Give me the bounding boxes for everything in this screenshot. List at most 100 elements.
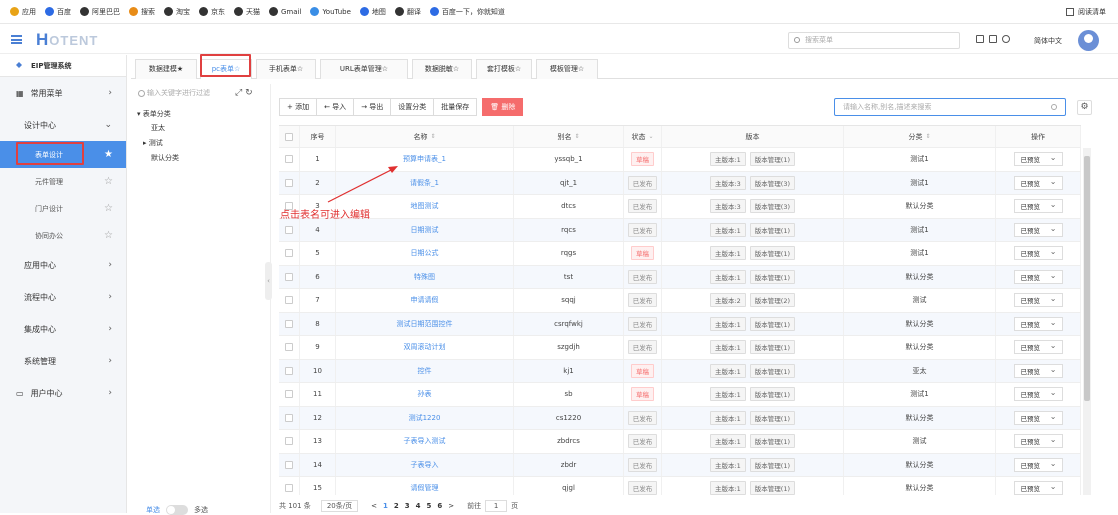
table-row[interactable]: 6 特殊图 tst 已发布 主版本:1 版本管理(1) 默认分类 已预览 xyxy=(279,265,1081,289)
version-manage-button[interactable]: 版本管理(1) xyxy=(749,316,796,331)
sidebar-user-center[interactable]: ▭ 用户中心 › xyxy=(0,377,126,409)
action-dropdown[interactable]: 已预览 xyxy=(1013,293,1063,308)
action-dropdown[interactable]: 已预览 xyxy=(1013,363,1063,378)
version-manage-button[interactable]: 版本管理(1) xyxy=(749,340,796,355)
page-size-select[interactable]: 20条/页 xyxy=(320,500,359,512)
page-number-button[interactable]: 1 xyxy=(383,502,388,510)
scrollbar-thumb[interactable] xyxy=(1084,156,1090,401)
version-manage-button[interactable]: 版本管理(2) xyxy=(749,293,796,308)
action-dropdown[interactable]: 已预览 xyxy=(1013,316,1063,331)
row-checkbox[interactable] xyxy=(285,272,293,281)
tree-node[interactable]: 默认分类 xyxy=(151,153,179,163)
bookmark-item[interactable]: 应用 xyxy=(10,7,36,17)
form-name-link[interactable]: 控件 xyxy=(418,366,432,376)
bookmark-item[interactable]: Gmail xyxy=(269,7,301,16)
version-manage-button[interactable]: 版本管理(1) xyxy=(749,410,796,425)
form-name-link[interactable]: 孙表 xyxy=(418,389,432,399)
table-row[interactable]: 14 子表导入 zbdr 已发布 主版本:1 版本管理(1) 默认分类 已预览 xyxy=(279,453,1081,477)
refresh-icon[interactable] xyxy=(1002,35,1010,43)
avatar[interactable] xyxy=(1078,30,1099,51)
select-mode-switch[interactable]: 单选 多选 xyxy=(146,505,208,515)
page-number-button[interactable]: 6 xyxy=(437,502,442,510)
row-checkbox[interactable] xyxy=(285,296,293,305)
action-dropdown[interactable]: 已预览 xyxy=(1013,246,1063,261)
bookmark-item[interactable]: 地图 xyxy=(359,7,386,17)
main-version-badge[interactable]: 主版本:1 xyxy=(709,363,746,378)
action-dropdown[interactable]: 已预览 xyxy=(1013,199,1063,214)
sidebar-item-collab[interactable]: 协同办公 ☆ xyxy=(0,222,126,249)
action-dropdown[interactable]: 已预览 xyxy=(1013,222,1063,237)
bookmark-item[interactable]: 京东 xyxy=(199,7,225,17)
row-checkbox[interactable] xyxy=(285,460,293,469)
page-number-button[interactable]: 2 xyxy=(394,502,399,510)
toggle-switch[interactable] xyxy=(166,505,188,515)
table-row[interactable]: 15 请假管理 qjgl 已发布 主版本:1 版本管理(1) 默认分类 已预览 xyxy=(279,477,1081,495)
table-row[interactable]: 10 控件 kj1 草稿 主版本:1 版本管理(1) 亚太 已预览 xyxy=(279,359,1081,383)
action-dropdown[interactable]: 已预览 xyxy=(1013,269,1063,284)
sidebar-common-menu[interactable]: ▦ 常用菜单 › xyxy=(0,77,126,109)
action-dropdown[interactable]: 已预览 xyxy=(1013,410,1063,425)
page-number-button[interactable]: 3 xyxy=(405,502,410,510)
delete-button[interactable]: 🗑 删除 xyxy=(482,98,524,116)
row-checkbox[interactable] xyxy=(285,225,293,234)
form-name-link[interactable]: 子表导入测试 xyxy=(404,436,446,446)
form-name-link[interactable]: 双周滚动计划 xyxy=(404,342,446,352)
tree-node[interactable]: ▸ 测试 xyxy=(143,138,163,148)
set-category-button[interactable]: 设置分类 xyxy=(390,98,435,116)
row-checkbox[interactable] xyxy=(285,390,293,399)
main-version-badge[interactable]: 主版本:1 xyxy=(709,152,746,167)
table-row[interactable]: 13 子表导入测试 zbdrcs 已发布 主版本:1 版本管理(1) 测试 已预览 xyxy=(279,430,1081,454)
fullscreen-icon[interactable] xyxy=(989,35,997,43)
form-name-link[interactable]: 特殊图 xyxy=(414,272,435,282)
action-dropdown[interactable]: 已预览 xyxy=(1013,387,1063,402)
action-dropdown[interactable]: 已预览 xyxy=(1013,340,1063,355)
row-checkbox[interactable] xyxy=(285,413,293,422)
version-manage-button[interactable]: 版本管理(1) xyxy=(749,363,796,378)
tab-item[interactable]: 套打模板☆ xyxy=(476,59,532,79)
table-row[interactable]: 5 日期公式 rqgs 草稿 主版本:1 版本管理(1) 测试1 已预览 xyxy=(279,242,1081,266)
bookmark-item[interactable]: 百度 xyxy=(45,7,71,17)
main-version-badge[interactable]: 主版本:1 xyxy=(709,481,746,495)
table-scrollbar[interactable] xyxy=(1083,148,1091,495)
bookmark-item[interactable]: 翻译 xyxy=(394,7,421,17)
menu-search-input[interactable]: 搜索菜单 xyxy=(788,32,960,49)
main-version-badge[interactable]: 主版本:1 xyxy=(709,316,746,331)
bookmark-item[interactable]: 淘宝 xyxy=(164,7,190,17)
export-button[interactable]: → 导出 xyxy=(353,98,392,116)
form-name-link[interactable]: 申请请假 xyxy=(411,295,439,305)
sidebar-integration-center[interactable]: 集成中心 › xyxy=(0,313,126,345)
main-version-badge[interactable]: 主版本:1 xyxy=(709,434,746,449)
main-version-badge[interactable]: 主版本:3 xyxy=(709,175,746,190)
main-version-badge[interactable]: 主版本:1 xyxy=(709,269,746,284)
main-version-badge[interactable]: 主版本:1 xyxy=(709,410,746,425)
next-page-button[interactable]: > xyxy=(448,502,454,510)
row-checkbox[interactable] xyxy=(285,484,293,493)
form-name-link[interactable]: 测试1220 xyxy=(409,413,441,423)
row-checkbox[interactable] xyxy=(285,343,293,352)
table-row[interactable]: 11 孙表 sb 草稿 主版本:1 版本管理(1) 测试1 已预览 xyxy=(279,383,1081,407)
version-manage-button[interactable]: 版本管理(1) xyxy=(749,222,796,237)
main-version-badge[interactable]: 主版本:1 xyxy=(709,457,746,472)
form-name-link[interactable]: 预算申请表_1 xyxy=(403,154,446,164)
action-dropdown[interactable]: 已预览 xyxy=(1013,457,1063,472)
sidebar-design-center[interactable]: 设计中心 ⌄ xyxy=(0,109,126,141)
expand-icon[interactable]: ⤢ xyxy=(235,88,242,98)
language-switch[interactable]: 简体中文 xyxy=(1034,36,1062,46)
version-manage-button[interactable]: 版本管理(1) xyxy=(749,457,796,472)
bookmark-item[interactable]: YouTube xyxy=(310,7,351,16)
table-row[interactable]: 9 双周滚动计划 szgdjh 已发布 主版本:1 版本管理(1) 默认分类 已预览 xyxy=(279,336,1081,360)
monitor-icon[interactable] xyxy=(976,35,984,43)
form-name-link[interactable]: 子表导入 xyxy=(411,460,439,470)
version-manage-button[interactable]: 版本管理(3) xyxy=(749,175,796,190)
form-name-link[interactable]: 测试日期范围控件 xyxy=(397,319,453,329)
action-dropdown[interactable]: 已预览 xyxy=(1013,434,1063,449)
collapse-handle[interactable]: ‹ xyxy=(265,262,272,300)
tab-item[interactable]: 数据脱敏☆ xyxy=(412,59,472,79)
page-number-button[interactable]: 5 xyxy=(426,502,431,510)
tab-item[interactable]: 手机表单☆ xyxy=(256,59,316,79)
action-dropdown[interactable]: 已预览 xyxy=(1013,152,1063,167)
star-outline-icon[interactable]: ☆ xyxy=(104,203,113,214)
star-filled-icon[interactable]: ★ xyxy=(104,149,113,160)
row-checkbox[interactable] xyxy=(285,366,293,375)
row-checkbox[interactable] xyxy=(285,437,293,446)
